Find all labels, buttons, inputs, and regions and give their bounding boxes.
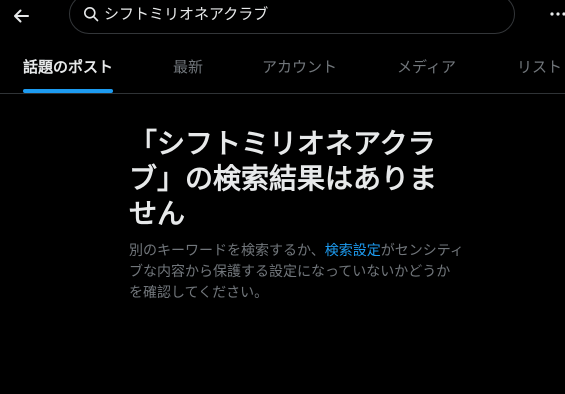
tab-lists[interactable]: リスト	[517, 44, 562, 93]
search-results-page: シフトミリオネアクラブ 話題のポスト 最新 アカウント メディア リスト 「シフ…	[0, 0, 565, 394]
search-settings-link[interactable]: 検索設定	[325, 243, 381, 259]
search-input[interactable]: シフトミリオネアクラブ	[69, 0, 515, 34]
tab-bar: 話題のポスト 最新 アカウント メディア リスト	[0, 44, 565, 94]
empty-state-title: 「シフトミリオネアクラブ」の検索結果はありません	[129, 127, 438, 230]
active-tab-indicator	[23, 89, 113, 93]
empty-state-description: 別のキーワードを検索するか、検索設定がセンシティブな内容から保護する設定になって…	[129, 241, 464, 304]
more-icon	[550, 12, 565, 16]
arrow-left-icon	[14, 9, 29, 23]
empty-state-desc-before: 別のキーワードを検索するか、	[129, 243, 325, 259]
header: シフトミリオネアクラブ	[0, 0, 565, 40]
search-query-text[interactable]: シフトミリオネアクラブ	[104, 3, 268, 24]
more-button[interactable]	[549, 6, 565, 22]
back-button[interactable]	[4, 0, 38, 32]
tab-top[interactable]: 話題のポスト	[23, 44, 113, 93]
tab-latest[interactable]: 最新	[173, 44, 203, 93]
search-icon	[84, 7, 99, 22]
tab-media[interactable]: メディア	[397, 44, 456, 93]
tab-accounts[interactable]: アカウント	[262, 44, 337, 93]
